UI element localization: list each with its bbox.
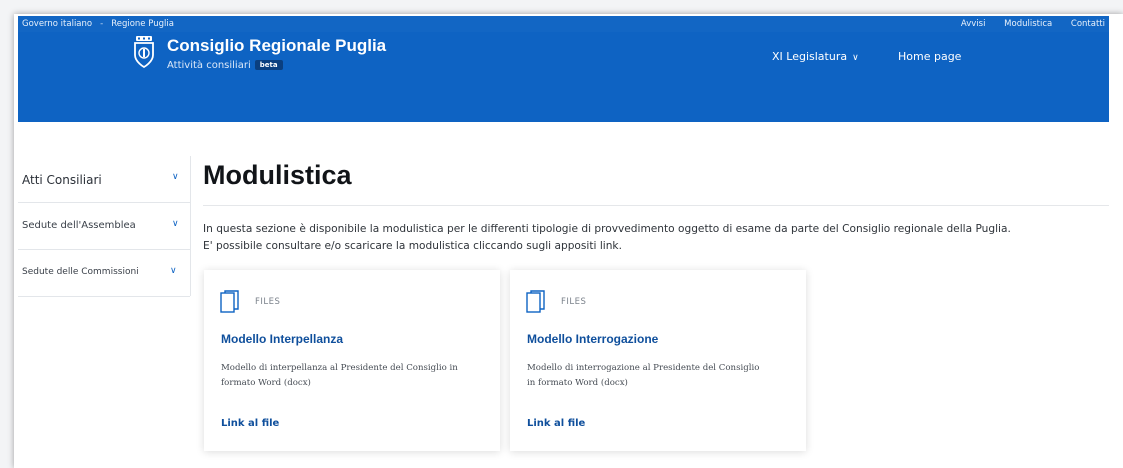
link-al-file[interactable]: Link al file [527,418,585,429]
card-description: Modello di interrogazione al Presidente … [527,361,797,391]
intro-line-2: E' possibile consultare e/o scaricare la… [203,240,622,252]
card-category: FILES [255,297,281,307]
link-governo-italiano[interactable]: Governo italiano [22,19,92,29]
card-modello-interpellanza: FILES Modello Interpellanza Modello di i… [204,270,500,451]
chevron-down-icon: ∨ [852,53,859,63]
home-page-link[interactable]: Home page [898,50,961,63]
legislatura-dropdown[interactable]: XI Legislatura ∨ [772,50,859,63]
card-description-line: in formato Word (docx) [527,378,628,388]
chevron-down-icon: ∨ [172,219,179,229]
card-title[interactable]: Modello Interrogazione [527,332,658,346]
card-title[interactable]: Modello Interpellanza [221,332,343,346]
card-description-line: formato Word (docx) [221,378,311,388]
top-bar-left: Governo italiano - Regione Puglia [22,19,174,29]
card-description-line: Modello di interpellanza al Presidente d… [221,363,458,373]
sidebar-item-label: Sedute dell'Assemblea [22,220,136,231]
sidebar-nav: Atti Consiliari ∨ Sedute dell'Assemblea … [18,156,191,297]
top-bar: Governo italiano - Regione Puglia Avvisi M… [18,16,1109,32]
card-modello-interrogazione: FILES Modello Interrogazione Modello di … [510,270,806,451]
chevron-down-icon: ∨ [172,172,179,182]
legislatura-label: XI Legislatura [772,50,848,63]
chevron-down-icon: ∨ [170,266,177,276]
link-regione-puglia[interactable]: Regione Puglia [111,19,174,29]
page-title: Modulistica [203,160,352,190]
sidebar-item-label: Atti Consiliari [22,173,102,187]
card-category: FILES [561,297,587,307]
sidebar-item-label: Sedute delle Commissioni [22,267,139,277]
intro-line-1: In questa sezione è disponibile la modul… [203,223,1011,235]
link-avvisi[interactable]: Avvisi [961,19,986,29]
subtitle-text: Attività consiliari [167,60,251,71]
sidebar-item-sedute-assemblea[interactable]: Sedute dell'Assemblea ∨ [18,203,190,250]
site-title[interactable]: Consiglio Regionale Puglia [167,36,386,56]
title-divider [203,205,1109,206]
file-icon [526,290,545,313]
top-bar-separator: - [100,19,104,29]
link-modulistica[interactable]: Modulistica [1004,19,1052,29]
site-subtitle: Attività consiliari beta [167,60,283,71]
card-description: Modello di interpellanza al Presidente d… [221,361,491,391]
sidebar-item-atti-consiliari[interactable]: Atti Consiliari ∨ [18,156,190,203]
beta-badge: beta [254,60,283,70]
file-icon [220,290,239,313]
intro-text: In questa sezione è disponibile la modul… [203,221,1103,255]
link-contatti[interactable]: Contatti [1071,19,1105,29]
sidebar-item-sedute-commissioni[interactable]: Sedute delle Commissioni ∨ [18,250,190,297]
coat-of-arms-logo-icon[interactable] [133,36,155,68]
link-al-file[interactable]: Link al file [221,418,279,429]
top-bar-right: Avvisi Modulistica Contatti [945,19,1105,29]
card-description-line: Modello di interrogazione al Presidente … [527,363,760,373]
